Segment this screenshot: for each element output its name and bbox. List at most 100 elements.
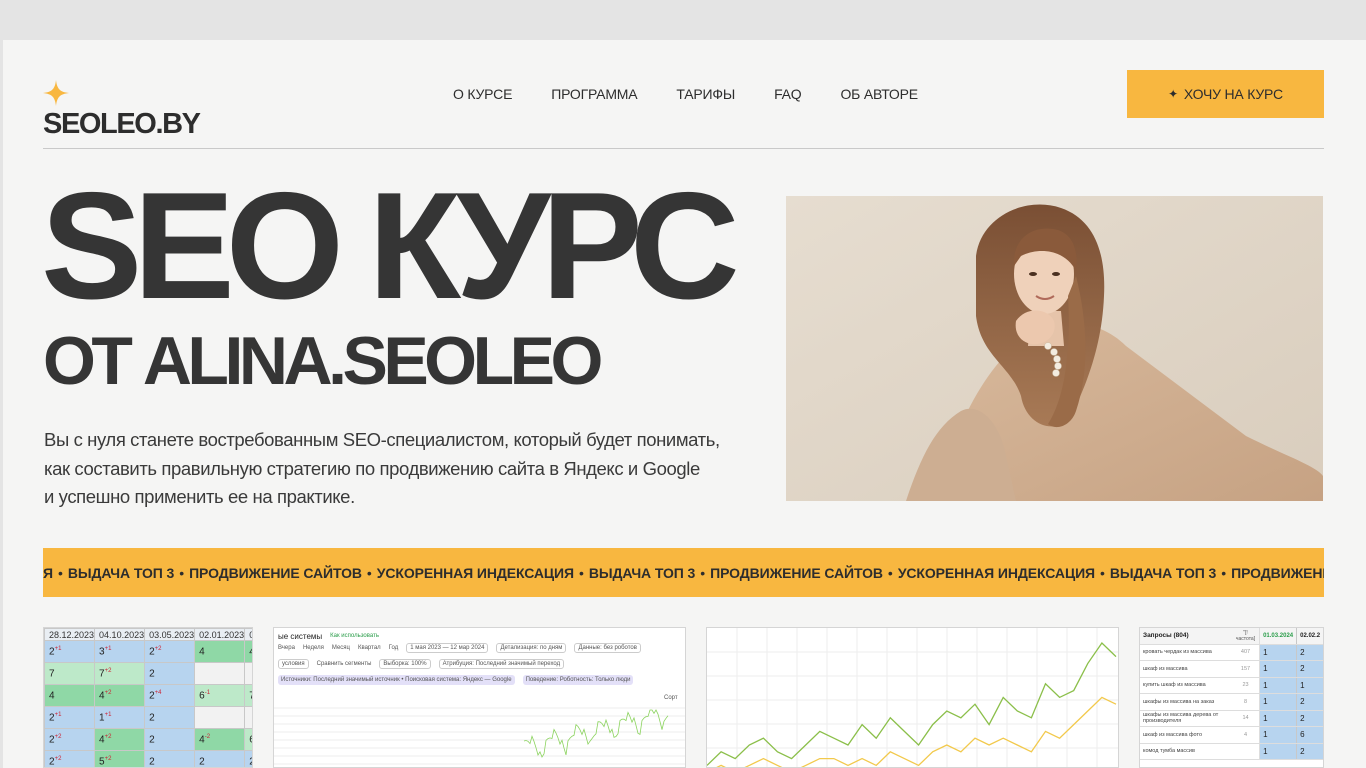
position-cell: 2 [144, 662, 196, 685]
series-line-a [707, 642, 1117, 766]
position-cell: 1+1 [94, 706, 146, 729]
position-cell: 3+1 [94, 640, 146, 663]
position-cell: 2+2 [144, 640, 196, 663]
position-cell: 6 [244, 728, 252, 751]
position-delta: +4 [154, 689, 162, 696]
marquee-separator: • [578, 564, 584, 581]
growth-chart [707, 628, 1118, 767]
main-nav: О КУРСЕ ПРОГРАММА ТАРИФЫ FAQ ОБ АВТОРЕ [453, 86, 918, 102]
nav-program[interactable]: ПРОГРАММА [551, 86, 637, 102]
position-cell: 7+2 [94, 662, 146, 685]
visits-series [523, 709, 669, 758]
position-cell: 2+1 [44, 640, 96, 663]
marquee-separator: • [887, 564, 893, 581]
date-header: 02.02.2 [1296, 628, 1323, 645]
landing-page: SEOLEO.BY О КУРСЕ ПРОГРАММА ТАРИФЫ FAQ О… [3, 40, 1366, 768]
case-screenshot-positions: 28.12.2023 04.10.2023 03.05.2023 02.01.2… [43, 627, 253, 768]
queries-table: Запросы (804) "[!частота] 01.03.2024 02.… [1140, 628, 1323, 760]
query-position: 1 [1259, 743, 1298, 760]
marquee-item: УСКОРЕННАЯ ИНДЕКСАЦИЯ [897, 564, 1095, 581]
position-value: 2 [149, 756, 155, 768]
position-value: 2 [149, 668, 155, 680]
query-position: 1 [1259, 693, 1298, 711]
marquee-item: УСКОРЕННАЯ ИНДЕКСАЦИЯ [376, 564, 574, 581]
date-header: 03.05.2023 [144, 628, 196, 641]
position-cell: 2+4 [144, 684, 196, 707]
marquee-separator: • [366, 564, 372, 581]
position-delta: +1 [104, 711, 112, 718]
query-position: 2 [1296, 710, 1323, 727]
position-value: 4 [249, 646, 252, 657]
query-position: 6 [1296, 726, 1323, 744]
query-position: 2 [1296, 644, 1323, 661]
visits-chart [274, 707, 685, 765]
case-screenshot-growth [706, 627, 1119, 768]
position-cell: 7 [44, 662, 96, 685]
sparkle-icon [43, 80, 69, 106]
query-row: кровать чердак из массива 407 1 2 [1140, 644, 1323, 661]
position-cell: 7 [244, 684, 252, 707]
positions-row: 2+24+22 4-26 [44, 728, 252, 751]
date-header: 05.12.2022 [244, 628, 252, 641]
queries-header-row: Запросы (804) "[!частота] 01.03.2024 02.… [1140, 628, 1323, 645]
position-delta: +2 [104, 733, 112, 740]
position-cell: 4-2 [194, 728, 246, 751]
position-value: 2 [149, 712, 155, 724]
query-position: 1 [1259, 644, 1298, 661]
join-course-label: ХОЧУ НА КУРС [1183, 86, 1283, 102]
position-delta: -1 [204, 689, 211, 696]
marquee-separator: • [57, 564, 63, 581]
nav-faq[interactable]: FAQ [774, 86, 802, 102]
date-header: 01.03.2024 [1259, 628, 1298, 645]
author-portrait-illustration [786, 196, 1323, 501]
query-position: 1 [1259, 710, 1298, 727]
marquee-item: ПРОДВИЖЕНИЕ САЙТОВ [189, 564, 362, 581]
hero-description: Вы с нуля станете востребованным SEO-спе… [44, 426, 764, 512]
query-position: 1 [1259, 726, 1298, 744]
query-row: шкаф из массива фото 4 1 6 [1140, 726, 1323, 744]
position-delta: +1 [54, 711, 62, 718]
query-position: 2 [1296, 743, 1323, 760]
position-cell: 2+1 [44, 706, 96, 729]
position-delta: +1 [104, 645, 112, 652]
marquee-track: Я • ВЫДАЧА ТОП 3 • ПРОДВИЖЕНИЕ САЙТОВ • … [43, 548, 1324, 597]
case-screenshot-metrica: ые системы Как использовать Вчера Неделя… [273, 627, 686, 768]
case-screenshot-queries: Запросы (804) "[!частота] 01.03.2024 02.… [1139, 627, 1324, 768]
position-cell [244, 706, 252, 729]
sparkle-icon: ✦ [1168, 87, 1178, 101]
position-delta: +2 [154, 645, 162, 652]
query-frequency: 4 [1231, 726, 1261, 744]
hero-description-line: Вы с нуля станете востребованным SEO-спе… [44, 429, 720, 450]
series-line-b [716, 696, 1117, 767]
query-frequency: 23 [1231, 677, 1261, 694]
marquee-item: Я [43, 564, 53, 581]
position-cell: 4+2 [94, 684, 146, 707]
position-delta: +2 [54, 755, 62, 762]
author-photo [786, 196, 1323, 501]
nav-pricing[interactable]: ТАРИФЫ [676, 86, 735, 102]
nav-about-course[interactable]: О КУРСЕ [453, 86, 512, 102]
date-header: 02.01.2023 [194, 628, 246, 641]
query-position: 2 [1296, 693, 1323, 711]
query-text: кровать чердак из массива [1140, 644, 1232, 661]
marquee-separator: • [1100, 564, 1105, 581]
query-row: комод тумба массив 1 2 [1140, 743, 1323, 760]
query-text: шкафы из массива на заказ [1140, 693, 1232, 711]
positions-row: 2+13+12+244 [44, 640, 252, 663]
position-cell: 2 [194, 750, 246, 768]
marquee-item: ВЫДАЧА ТОП 3 [67, 564, 175, 581]
query-frequency: 407 [1231, 644, 1261, 661]
position-value: 2 [249, 756, 252, 767]
position-delta: +2 [104, 667, 112, 674]
positions-row: 4 4+22+46-17 [44, 684, 252, 707]
position-cell: 2 [144, 728, 196, 751]
frequency-header: "[!частота] [1231, 628, 1261, 645]
position-value: 2 [199, 756, 205, 768]
nav-about-author[interactable]: ОБ АВТОРЕ [840, 86, 918, 102]
position-delta: +1 [54, 645, 62, 652]
marquee-separator: • [1221, 564, 1227, 581]
join-course-button[interactable]: ✦ ХОЧУ НА КУРС [1127, 70, 1324, 118]
positions-row: 2+1 1+1 2 [44, 706, 252, 729]
position-cell: 2 [144, 750, 196, 768]
marquee-item: ПРОДВИЖЕНИЕ САЙТОВ [710, 564, 883, 581]
